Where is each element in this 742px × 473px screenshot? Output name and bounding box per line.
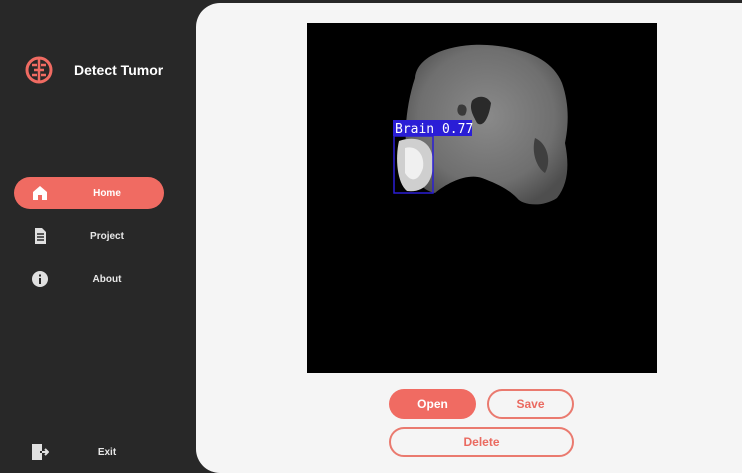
main-panel: Brain 0.77 Open Save Delete (196, 3, 742, 473)
brand: Detect Tumor (24, 55, 163, 85)
detection-label: Brain 0.77 (395, 122, 473, 137)
nav-item-label: Project (90, 230, 124, 242)
logout-icon (31, 443, 49, 461)
nav-item-exit[interactable]: Exit (14, 436, 164, 468)
home-icon (31, 184, 49, 202)
sidebar: Detect Tumor Home Project About Exit (0, 0, 196, 469)
document-icon (31, 227, 49, 245)
nav-item-label: About (92, 273, 122, 285)
open-button[interactable]: Open (389, 389, 476, 419)
delete-button[interactable]: Delete (389, 427, 574, 457)
nav-item-project[interactable]: Project (14, 220, 164, 252)
scan-preview: Brain 0.77 (307, 23, 657, 373)
app-title: Detect Tumor (74, 62, 164, 78)
nav-item-label: Home (93, 187, 121, 199)
nav-item-label: Exit (97, 446, 117, 458)
brain-logo-icon (25, 56, 53, 84)
mri-scan-image: Brain 0.77 (393, 44, 568, 205)
nav-item-home[interactable]: Home (14, 177, 164, 209)
info-icon (31, 270, 49, 288)
save-button[interactable]: Save (487, 389, 574, 419)
nav-item-about[interactable]: About (14, 263, 164, 295)
